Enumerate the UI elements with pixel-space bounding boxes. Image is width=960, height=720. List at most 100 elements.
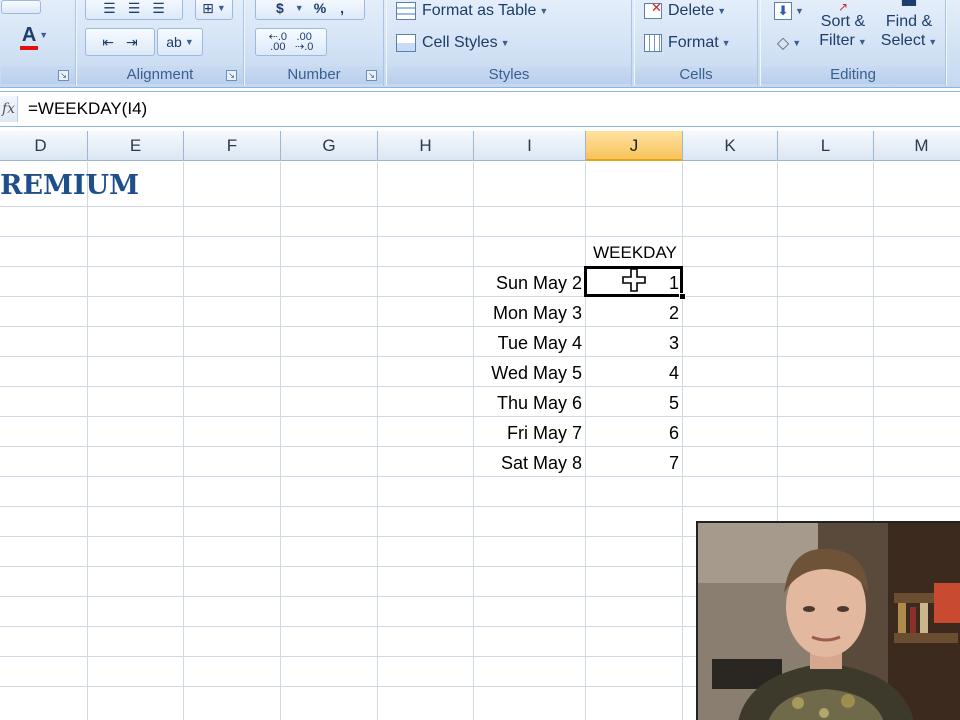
editing-group-label: Editing: [761, 66, 945, 84]
align-top-icon[interactable]: ☰: [103, 0, 116, 17]
orientation-icon: ab: [166, 34, 182, 50]
fill-button[interactable]: ⬇ ▼: [769, 0, 809, 24]
column-header-d[interactable]: D: [0, 131, 88, 161]
column-header-g[interactable]: G: [281, 131, 378, 161]
date-cell[interactable]: Sat May 8: [474, 448, 586, 478]
fill-down-icon: ⬇: [774, 2, 793, 20]
weekday-value-cell[interactable]: 6: [586, 418, 683, 448]
font-color-bar: [19, 45, 39, 50]
font-size-button[interactable]: [1, 0, 41, 14]
align-buttons[interactable]: ☰ ☰ ☰: [85, 0, 183, 20]
weekday-value-cell[interactable]: 5: [586, 388, 683, 418]
weekday-header-cell[interactable]: WEEKDAY: [588, 238, 682, 268]
column-headers: DEFGHIJKLM: [0, 131, 960, 161]
chevron-down-icon: ▼: [294, 3, 304, 13]
format-as-table-button[interactable]: Format as Table ▼: [395, 0, 565, 24]
cell-styles-icon: [396, 34, 416, 52]
date-cell[interactable]: Mon May 3: [474, 298, 586, 328]
clear-button[interactable]: ◇ ▼: [769, 30, 809, 56]
decimal-buttons: ⇠.0.00 .00 ⇢.0: [255, 28, 327, 56]
percent-button[interactable]: %: [314, 0, 326, 16]
number-dialog-launcher[interactable]: ↘: [366, 70, 377, 81]
styles-group-label: Styles: [387, 66, 631, 84]
cell-styles-button[interactable]: Cell Styles ▼: [395, 30, 525, 56]
styles-group: Format as Table ▼ Cell Styles ▼ Styles: [386, 0, 632, 86]
increase-indent-icon[interactable]: ⇥: [126, 34, 138, 51]
date-cell[interactable]: Tue May 4: [474, 328, 586, 358]
column-gridline: [87, 162, 88, 720]
date-cell[interactable]: Wed May 5: [474, 358, 586, 388]
chevron-down-icon: ▼: [717, 6, 727, 16]
alignment-dialog-launcher[interactable]: ↘: [226, 70, 237, 81]
webcam-video-overlay: [696, 521, 960, 720]
font-dialog-launcher[interactable]: ↘: [58, 70, 69, 81]
insert-function-icon[interactable]: fx: [0, 96, 18, 122]
sheet-title-cell[interactable]: REMIUM: [0, 168, 139, 204]
find-select-button[interactable]: ▀▀ Find & Select ▼: [877, 0, 941, 58]
column-header-l[interactable]: L: [778, 131, 874, 161]
cells-group: ✕ Delete ▼ Format ▼ Cells: [634, 0, 758, 86]
column-header-i[interactable]: I: [474, 131, 586, 161]
date-cell[interactable]: Fri May 7: [474, 418, 586, 448]
date-cell[interactable]: Sun May 2: [474, 268, 586, 298]
column-header-m[interactable]: M: [874, 131, 960, 161]
sort-icon: ↗: [837, 0, 849, 14]
font-color-button[interactable]: A ▼: [15, 20, 55, 50]
decrease-decimal-button[interactable]: .00 ⇢.0: [295, 32, 313, 53]
column-header-k[interactable]: K: [683, 131, 778, 161]
column-header-f[interactable]: F: [184, 131, 281, 161]
chevron-down-icon: ▼: [39, 30, 49, 40]
chevron-down-icon: ▼: [539, 6, 549, 16]
formula-input[interactable]: =WEEKDAY(I4): [28, 94, 956, 124]
plus-cursor-icon: [622, 268, 646, 292]
column-gridline: [183, 162, 184, 720]
alignment-group-label: Alignment: [77, 66, 243, 84]
chevron-down-icon: ▼: [721, 38, 731, 48]
editing-group: ⬇ ▼ ◇ ▼ ↗ Sort & Filter ▼ ▀▀ Find & Selec…: [760, 0, 946, 86]
number-group: $ ▼ % , ⇠.0.00 .00 ⇢.0 Number ↘: [244, 0, 384, 86]
delete-button[interactable]: ✕ Delete ▼: [643, 0, 753, 24]
orientation-button[interactable]: ab ▼: [157, 28, 203, 56]
column-header-j[interactable]: J: [586, 131, 683, 161]
column-gridline: [280, 162, 281, 720]
presenter-video-image: [698, 523, 960, 720]
chevron-down-icon: ▼: [857, 36, 867, 47]
sort-filter-label-2: Filter: [819, 31, 855, 49]
eraser-icon: ◇: [776, 35, 790, 52]
column-header-h[interactable]: H: [378, 131, 474, 161]
font-group-fragment: A ▼ ↘: [0, 0, 76, 86]
fill-handle[interactable]: [679, 293, 686, 300]
increase-decimal-button[interactable]: ⇠.0.00: [269, 32, 287, 53]
font-color-icon: A: [19, 24, 39, 50]
formula-bar: fx =WEEKDAY(I4): [0, 91, 960, 127]
merge-icon: ⊞: [202, 0, 214, 16]
weekday-value-cell[interactable]: 4: [586, 358, 683, 388]
find-select-label-2: Select: [880, 31, 926, 49]
weekday-value-cell[interactable]: 3: [586, 328, 683, 358]
decrease-indent-icon[interactable]: ⇤: [102, 34, 114, 51]
merge-center-button[interactable]: ⊞ ▼: [195, 0, 233, 20]
weekday-value-cell[interactable]: 7: [586, 448, 683, 478]
table-icon: [396, 2, 416, 20]
ribbon-edge: [946, 0, 960, 86]
delete-cells-icon: ✕: [644, 0, 662, 19]
format-button[interactable]: Format ▼: [643, 30, 753, 56]
column-gridline: [377, 162, 378, 720]
chevron-down-icon: ▼: [216, 3, 226, 13]
currency-button[interactable]: $: [276, 0, 284, 16]
row-gridline: [0, 206, 960, 207]
column-header-e[interactable]: E: [88, 131, 184, 161]
align-bottom-icon[interactable]: ☰: [152, 0, 165, 17]
number-format-buttons: $ ▼ % ,: [255, 0, 365, 20]
comma-button[interactable]: ,: [340, 0, 344, 16]
row-gridline: [0, 506, 960, 507]
row-gridline: [0, 266, 960, 267]
alignment-group: ☰ ☰ ☰ ⊞ ▼ ⇤ ⇥ ab ▼ Alignment ↘: [76, 0, 244, 86]
indent-buttons[interactable]: ⇤ ⇥: [85, 28, 155, 56]
chevron-down-icon: ▼: [928, 36, 938, 47]
sort-filter-button[interactable]: ↗ Sort & Filter ▼: [813, 0, 873, 58]
date-cell[interactable]: Thu May 6: [474, 388, 586, 418]
weekday-value-cell[interactable]: 2: [586, 298, 683, 328]
align-middle-icon[interactable]: ☰: [128, 0, 141, 17]
chevron-down-icon: ▼: [184, 37, 194, 47]
